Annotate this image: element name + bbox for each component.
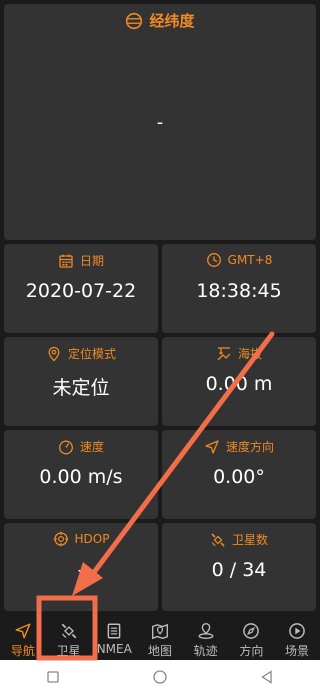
nav-label-navigation: 导航 [10, 644, 35, 658]
time-value: 18:38:45 [196, 280, 282, 302]
home-button[interactable] [145, 662, 175, 692]
document-icon [107, 623, 121, 639]
navigation-arrow-icon [15, 623, 31, 639]
satellite-icon [61, 623, 76, 639]
altitude-title: 海拔 [237, 347, 262, 361]
clock-icon [206, 253, 221, 267]
satellite-icon [211, 532, 225, 547]
heading-value: 0.00° [213, 466, 265, 488]
date-card: 日期 2020-07-22 [4, 244, 158, 333]
altitude-icon [217, 346, 231, 360]
nav-label-scene: 场景 [285, 644, 310, 658]
latlon-card: 经纬度 - [4, 4, 316, 240]
latlon-value: - [156, 112, 164, 133]
crosshair-icon [53, 531, 68, 547]
nav-label-compass: 方向 [239, 644, 264, 658]
square-icon [47, 671, 59, 683]
satcount-value: 0 / 34 [211, 559, 267, 581]
nav-item-map[interactable]: 地图 [138, 614, 182, 659]
satcount-card: 卫星数 0 / 34 [162, 523, 316, 611]
speed-title: 速度 [79, 440, 104, 454]
latlon-title: 经纬度 [149, 12, 195, 30]
triangle-back-icon [260, 670, 272, 684]
altitude-card: 海拔 0.00 m [162, 337, 316, 426]
location-pin-icon [48, 346, 60, 361]
hdop-header: HDOP [4, 531, 158, 547]
nav-item-satellite[interactable]: 卫星 [47, 614, 91, 659]
speedometer-icon [59, 440, 73, 454]
hdop-value: - [77, 559, 85, 581]
globe-icon [126, 12, 143, 29]
bottom-nav: 导航 卫星 NMEA 地图 轨迹 方向 场景 [0, 614, 320, 660]
nav-label-track: 轨迹 [193, 644, 218, 658]
satcount-title: 卫星数 [231, 533, 268, 547]
nav-item-compass[interactable]: 方向 [229, 614, 273, 659]
nav-item-track[interactable]: 轨迹 [184, 614, 228, 659]
heading-title: 速度方向 [225, 440, 274, 454]
compass-icon [243, 623, 260, 639]
back-button[interactable] [252, 662, 282, 692]
speed-header: 速度 [4, 438, 158, 455]
speed-value: 0.00 m/s [39, 466, 123, 488]
heading-card: 速度方向 0.00° [162, 430, 316, 519]
time-header: GMT+8 [162, 252, 316, 268]
mode-card: 定位模式 未定位 [4, 337, 158, 426]
heading-header: 速度方向 [162, 438, 316, 455]
altitude-header: 海拔 [162, 345, 316, 362]
altitude-value: 0.00 m [205, 373, 273, 395]
time-card: GMT+8 18:38:45 [162, 244, 316, 333]
calendar-icon [59, 254, 73, 268]
speed-card: 速度 0.00 m/s [4, 430, 158, 519]
date-title: 日期 [79, 254, 104, 268]
track-pin-icon [198, 623, 214, 639]
nav-label-satellite: 卫星 [56, 644, 81, 658]
satcount-header: 卫星数 [162, 531, 316, 548]
hdop-card: HDOP - [4, 523, 158, 611]
mode-title: 定位模式 [67, 347, 116, 361]
direction-arrow-icon [205, 439, 219, 454]
date-value: 2020-07-22 [25, 280, 137, 302]
nav-label-map: 地图 [147, 644, 172, 658]
play-icon [289, 623, 305, 639]
nav-item-scene[interactable]: 场景 [275, 614, 319, 659]
mode-header: 定位模式 [4, 345, 158, 362]
time-title: GMT+8 [227, 253, 273, 267]
hdop-title: HDOP [74, 532, 110, 546]
nav-label-nmea: NMEA [96, 642, 132, 656]
map-pin-icon [151, 623, 168, 640]
recents-button[interactable] [38, 662, 68, 692]
nav-item-navigation[interactable]: 导航 [1, 614, 45, 659]
system-nav-bar [0, 660, 320, 694]
nav-item-nmea[interactable]: NMEA [92, 614, 136, 656]
circle-icon [153, 670, 167, 684]
mode-value: 未定位 [52, 377, 110, 399]
date-header: 日期 [4, 252, 158, 269]
latlon-header: 经纬度 [4, 10, 316, 31]
